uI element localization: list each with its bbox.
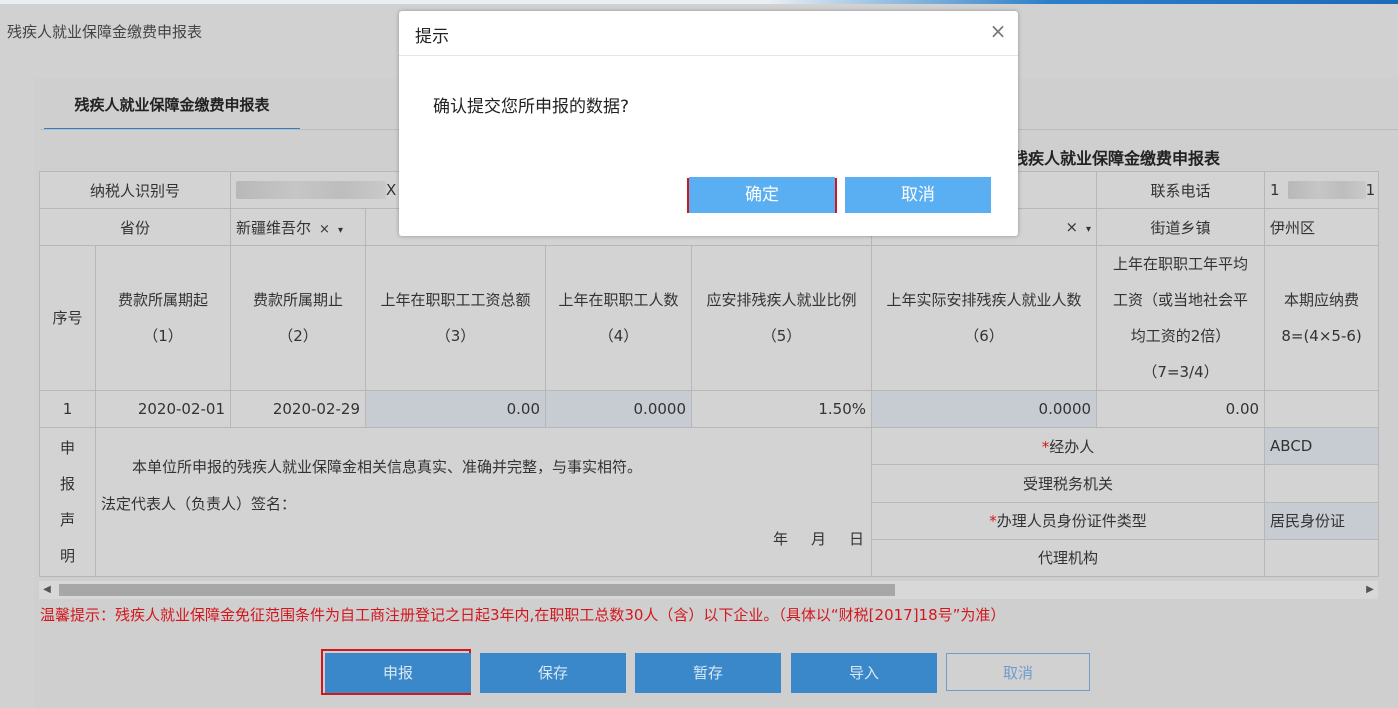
col-header-total-wages: 上年在职职工工资总额 （3） bbox=[365, 245, 547, 391]
col-header-disabled-count: 上年实际安排残疾人就业人数 （6） bbox=[871, 245, 1098, 391]
id-type-select[interactable]: 居民身份证 bbox=[1264, 501, 1380, 540]
province-value: 新疆维吾尔 bbox=[236, 218, 312, 237]
table-row: 1 2020-02-01 2020-02-29 0.00 0.0000 1.50… bbox=[39, 390, 1380, 428]
phone-value: 11 bbox=[1264, 171, 1380, 209]
dialog-cancel-button[interactable]: 取消 bbox=[845, 177, 991, 213]
tax-office-label: 受理税务机关 bbox=[871, 464, 1266, 503]
street-label: 街道乡镇 bbox=[1096, 208, 1266, 246]
col-header-period-end: 费款所属期止 （2） bbox=[230, 245, 367, 391]
form-title: 残疾人就业保障金缴费申报表 bbox=[1012, 149, 1221, 168]
payable-cell bbox=[1264, 390, 1380, 428]
period-end-cell: 2020-02-29 bbox=[230, 390, 367, 428]
declaration-row-1: 申报声明 本单位所申报的残疾人就业保障金相关信息真实、准确并完整，与事实相符。 … bbox=[39, 426, 1380, 577]
phone-tail: 1 bbox=[1365, 180, 1376, 199]
page-title: 残疾人就业保障金缴费申报表 bbox=[7, 23, 203, 41]
confirm-dialog: 提示 × 确认提交您所申报的数据? 确定 取消 bbox=[399, 11, 1018, 236]
scroll-left-icon[interactable]: ◀ bbox=[39, 581, 55, 599]
dialog-header: 提示 × bbox=[399, 11, 1018, 56]
id-type-label: *办理人员身份证件类型 bbox=[871, 501, 1266, 540]
street-value[interactable]: 伊州区 bbox=[1264, 208, 1380, 246]
close-icon[interactable]: × bbox=[988, 21, 1008, 41]
tax-office-value bbox=[1264, 464, 1380, 503]
declaration-text: 本单位所申报的残疾人就业保障金相关信息真实、准确并完整，与事实相符。 法定代表人… bbox=[94, 427, 873, 577]
tab-declaration-form[interactable]: 残疾人就业保障金缴费申报表 bbox=[44, 94, 300, 130]
agency-label: 代理机构 bbox=[871, 538, 1266, 578]
province-label: 省份 bbox=[38, 208, 232, 246]
signature-label: 法定代表人（负责人）签名： bbox=[101, 495, 297, 513]
total-wages-input[interactable]: 0.00 bbox=[365, 390, 547, 428]
clear-province-icon[interactable]: × bbox=[319, 222, 330, 237]
declaration-statement: 本单位所申报的残疾人就业保障金相关信息真实、准确并完整，与事实相符。 bbox=[132, 458, 643, 476]
date-day: 日 bbox=[849, 530, 865, 548]
scroll-right-icon[interactable]: ▶ bbox=[1362, 581, 1378, 599]
temp-save-button[interactable]: 暂存 bbox=[635, 653, 781, 693]
col-header-index: 序号 bbox=[39, 245, 96, 391]
col-header-avg-wage: 上年在职职工年平均工资（或当地社会平均工资的2倍） （7=3/4） bbox=[1096, 245, 1266, 391]
col-header-payable: 本期应纳费 8=(4×5-6) bbox=[1264, 245, 1380, 391]
handler-label: *经办人 bbox=[871, 426, 1266, 466]
col-header-period-start: 费款所属期起 （1） bbox=[94, 245, 232, 391]
dialog-message: 确认提交您所申报的数据? bbox=[433, 97, 630, 117]
chevron-down-icon[interactable]: ▾ bbox=[338, 225, 343, 236]
submit-button[interactable]: 申报 bbox=[325, 653, 471, 693]
dialog-title: 提示 bbox=[415, 27, 449, 47]
horizontal-scrollbar[interactable]: ◀ ▶ bbox=[39, 581, 1378, 599]
redacted-taxpayer-id bbox=[236, 181, 387, 200]
date-month: 月 bbox=[811, 530, 827, 548]
ratio-cell: 1.50% bbox=[691, 390, 873, 428]
col-header-ratio: 应安排残疾人就业比例 （5） bbox=[691, 245, 873, 391]
chevron-down-icon[interactable]: ▾ bbox=[1086, 224, 1091, 235]
row-index: 1 bbox=[39, 390, 96, 428]
declaration-label: 申报声明 bbox=[39, 427, 96, 577]
import-button[interactable]: 导入 bbox=[791, 653, 937, 693]
redacted-phone bbox=[1287, 181, 1366, 200]
disabled-count-input[interactable]: 0.0000 bbox=[871, 390, 1098, 428]
agency-value bbox=[1264, 538, 1380, 578]
top-accent-strip bbox=[0, 0, 1398, 4]
period-start-cell: 2020-02-01 bbox=[94, 390, 232, 428]
phone-label: 联系电话 bbox=[1096, 171, 1266, 209]
taxpayer-id-label: 纳税人识别号 bbox=[38, 171, 232, 209]
province-select[interactable]: 新疆维吾尔 × ▾ bbox=[230, 208, 367, 246]
col-header-staff-count: 上年在职职工人数 （4） bbox=[545, 245, 693, 391]
taxpayer-id-tail: X bbox=[386, 180, 397, 199]
warm-notice: 温馨提示：残疾人就业保障金免征范围条件为自工商注册登记之日起3年内,在职职工总数… bbox=[40, 606, 1006, 624]
handler-input[interactable]: ABCD bbox=[1264, 426, 1380, 466]
date-year: 年 bbox=[773, 530, 789, 548]
clear-district-icon[interactable]: × bbox=[1065, 218, 1078, 236]
save-button[interactable]: 保存 bbox=[480, 653, 626, 693]
avg-wage-cell: 0.00 bbox=[1096, 390, 1266, 428]
cancel-button[interactable]: 取消 bbox=[946, 653, 1090, 691]
scroll-thumb[interactable] bbox=[59, 584, 895, 596]
dialog-ok-button[interactable]: 确定 bbox=[689, 177, 835, 213]
column-header-row: 序号 费款所属期起 （1） 费款所属期止 （2） 上年在职职工工资总额 （3） 上年在… bbox=[39, 245, 1380, 391]
phone-head: 1 bbox=[1270, 180, 1280, 199]
staff-count-input[interactable]: 0.0000 bbox=[545, 390, 693, 428]
